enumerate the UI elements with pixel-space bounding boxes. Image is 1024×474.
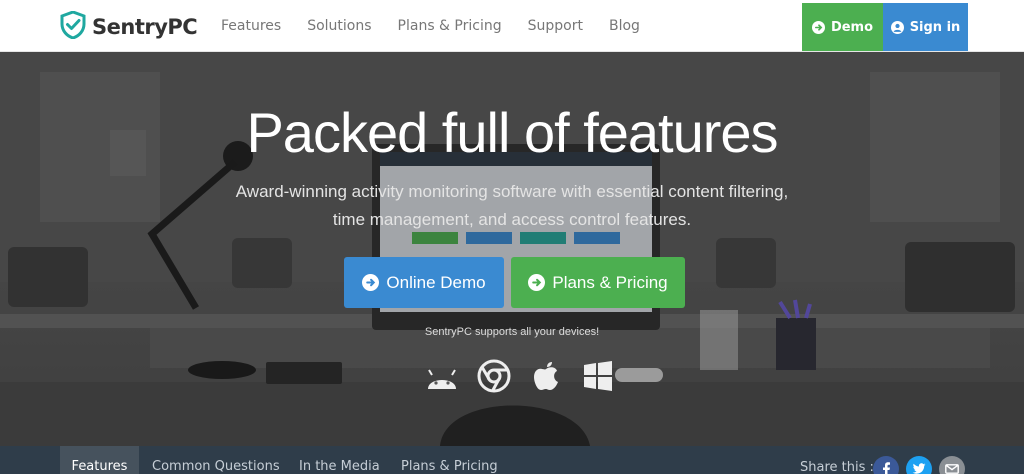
hero-subtitle: Award-winning activity monitoring softwa… [235, 182, 789, 229]
online-demo-label: Online Demo [386, 272, 486, 292]
plans-pricing-label: Plans & Pricing [552, 272, 668, 292]
main-nav: Features Solutions Plans & Pricing Suppo… [221, 0, 666, 52]
apple-icon [528, 358, 564, 394]
arrow-circle-right-icon [811, 20, 825, 34]
tab-plans-pricing-label: Plans & Pricing [401, 459, 498, 474]
nav-support[interactable]: Support [528, 18, 583, 34]
android-icon [424, 358, 460, 394]
arrow-circle-right-icon [528, 274, 546, 291]
signin-button[interactable]: Sign in [883, 3, 968, 51]
arrow-circle-right-icon [362, 274, 380, 291]
nav-features[interactable]: Features [221, 18, 281, 34]
tab-features[interactable]: Features [60, 446, 139, 474]
tab-features-label: Features [71, 459, 128, 474]
windows-icon [580, 358, 616, 394]
hero-title: Packed full of features [246, 101, 778, 164]
site-header: SentryPC Features Solutions Plans & Pric… [0, 0, 1024, 52]
twitter-icon[interactable] [906, 456, 932, 474]
user-icon [890, 20, 904, 34]
facebook-icon[interactable] [873, 456, 899, 474]
nav-blog[interactable]: Blog [609, 18, 640, 34]
nav-solutions[interactable]: Solutions [307, 18, 371, 34]
tab-plans-pricing[interactable]: Plans & Pricing [401, 446, 498, 474]
online-demo-button[interactable]: Online Demo [344, 257, 504, 308]
hero-section: Packed full of features Award-winning ac… [0, 52, 1024, 446]
logo-text: SentryPC [92, 15, 198, 39]
tab-in-the-media[interactable]: In the Media [299, 446, 380, 474]
devices-text: SentryPC supports all your devices! [424, 326, 600, 338]
email-icon[interactable] [939, 456, 965, 474]
logo[interactable]: SentryPC [60, 10, 198, 43]
chrome-icon [476, 358, 512, 394]
shield-check-icon [60, 10, 86, 43]
tab-common-questions-label: Common Questions [152, 459, 280, 474]
feature-subnav: Features Common Questions In the Media P… [0, 446, 1024, 474]
share-label: Share this : [800, 460, 874, 474]
demo-label: Demo [830, 19, 874, 35]
demo-button[interactable]: Demo [802, 3, 883, 51]
plans-pricing-button[interactable]: Plans & Pricing [511, 257, 685, 308]
device-icons [424, 358, 616, 394]
tab-common-questions[interactable]: Common Questions [152, 446, 280, 474]
signin-label: Sign in [909, 19, 961, 35]
nav-plans-pricing[interactable]: Plans & Pricing [398, 18, 502, 34]
tab-in-the-media-label: In the Media [299, 459, 380, 474]
